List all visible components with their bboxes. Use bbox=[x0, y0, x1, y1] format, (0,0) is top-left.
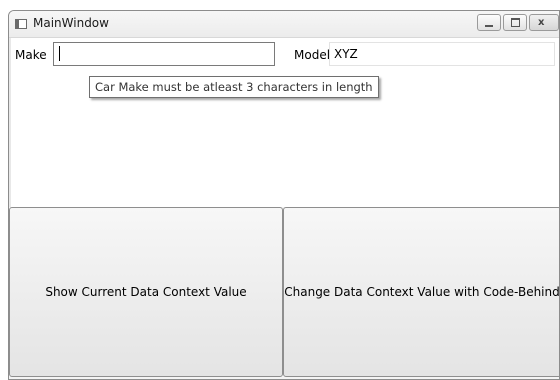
close-button[interactable]: x bbox=[529, 14, 559, 31]
minimize-button[interactable] bbox=[477, 14, 501, 31]
maximize-icon bbox=[510, 18, 520, 27]
text-caret bbox=[59, 46, 60, 61]
maximize-button[interactable] bbox=[503, 14, 527, 31]
client-area: Make Model Car Make must be atleast 3 ch… bbox=[9, 38, 559, 379]
form-area: Make Model Car Make must be atleast 3 ch… bbox=[9, 38, 559, 207]
validation-tooltip: Car Make must be atleast 3 characters in… bbox=[89, 76, 379, 98]
make-input[interactable] bbox=[53, 42, 275, 66]
main-window: MainWindow x Make Model Car Make must be… bbox=[8, 10, 560, 380]
title-bar[interactable]: MainWindow x bbox=[9, 11, 559, 38]
left-edge bbox=[9, 38, 11, 207]
window-controls: x bbox=[475, 14, 559, 32]
minimize-icon bbox=[485, 24, 493, 27]
model-input[interactable] bbox=[329, 42, 555, 66]
show-current-value-button[interactable]: Show Current Data Context Value bbox=[9, 207, 283, 377]
window-icon bbox=[15, 19, 27, 29]
make-label: Make bbox=[15, 48, 47, 62]
model-label: Model bbox=[294, 48, 331, 62]
change-value-button[interactable]: Change Data Context Value with Code-Behi… bbox=[283, 207, 559, 377]
window-title: MainWindow bbox=[33, 16, 109, 30]
close-icon: x bbox=[538, 17, 545, 28]
